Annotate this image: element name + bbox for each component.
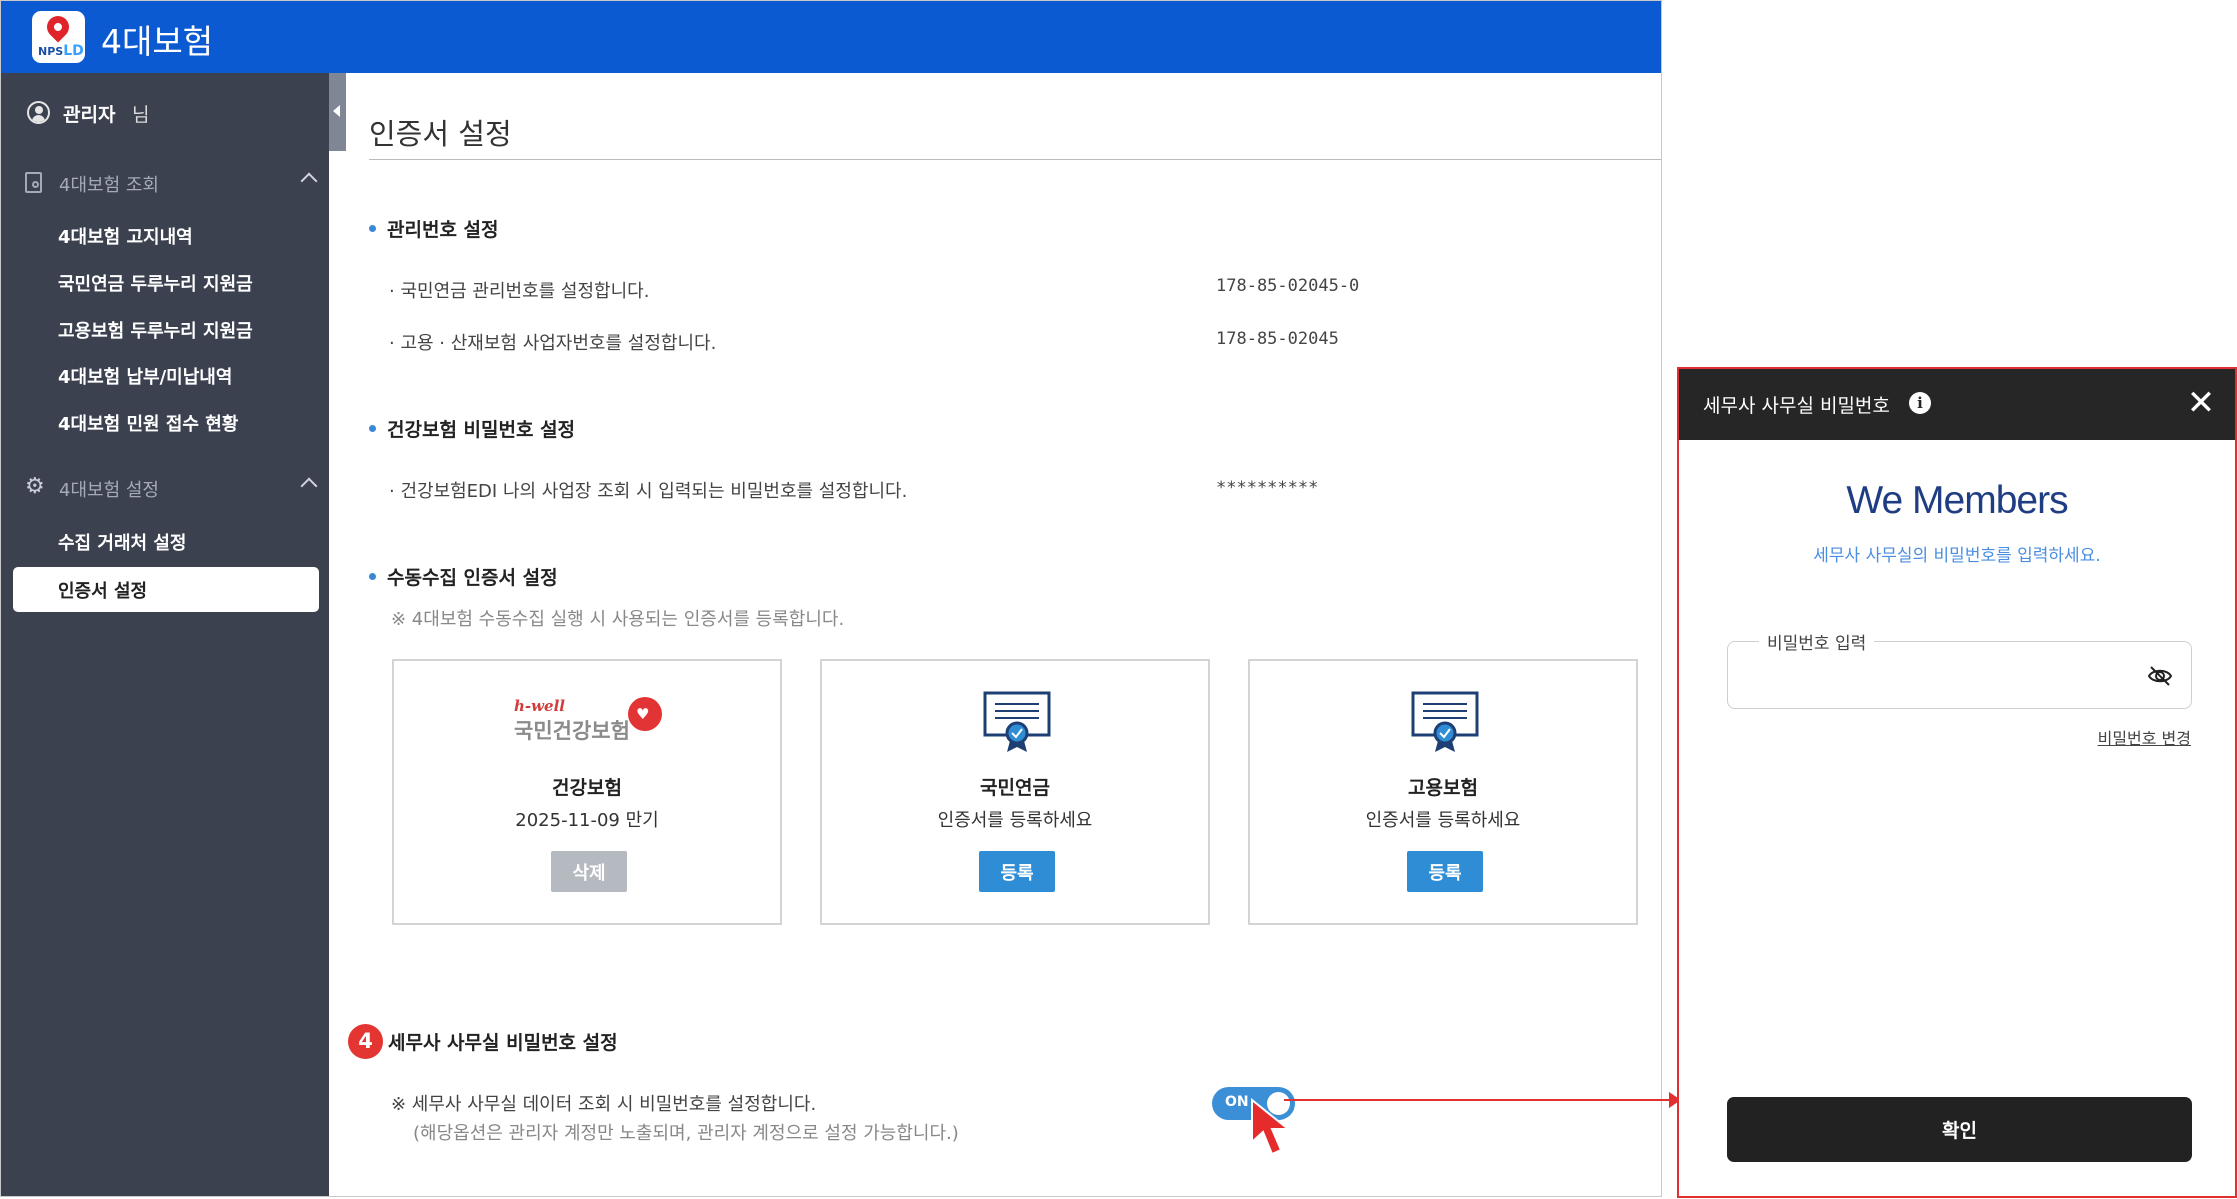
cert-card-health: h-well 국민건강보험 ♥ 건강보험 2025-11-09 만기 삭제 <box>392 659 782 925</box>
change-password-link[interactable]: 비밀번호 변경 <box>2098 725 2191 749</box>
popup-subtitle: 세무사 사무실의 비밀번호를 입력하세요. <box>1813 546 2101 566</box>
section-title-text: 관리번호 설정 <box>387 219 499 241</box>
page-title: 인증서 설정 <box>369 117 512 151</box>
office-password-popup: 세무사 사무실 비밀번호 i ✕ We Members 세무사 사무실의 비밀번… <box>1677 367 2237 1198</box>
sidebar-item-employment-subsidy[interactable]: 고용보험 두루누리 지원금 <box>58 317 253 343</box>
delete-cert-button[interactable]: 삭제 <box>551 851 627 892</box>
card-status: 인증서를 등록하세요 <box>937 810 1093 831</box>
sidebar-item-cert-settings[interactable]: 인증서 설정 <box>13 567 319 612</box>
logo-small-text: h-well <box>514 697 565 715</box>
mgmt-desc-employment: · 고용 · 산재보험 사업자번호를 설정합니다. <box>389 333 717 354</box>
toggle-label: ON <box>1225 1094 1249 1110</box>
brand-title: We Members <box>1846 479 2068 522</box>
password-input[interactable] <box>1742 660 2126 692</box>
section-title-text: 건강보험 비밀번호 설정 <box>387 419 576 441</box>
register-cert-button[interactable]: 등록 <box>1407 851 1483 892</box>
logo-text-mark: LD <box>63 43 84 59</box>
app-title: 4대보험 <box>101 22 214 61</box>
employment-business-number[interactable]: 178-85-02045 <box>1216 329 1339 349</box>
cert-note: ※ 4대보험 수동수집 실행 시 사용되는 인증서를 등록합니다. <box>391 609 845 630</box>
popup-title: 세무사 사무실 비밀번호 <box>1703 395 1890 417</box>
sidebar-group-inquiry[interactable]: 4대보험 조회 <box>25 169 318 199</box>
section-title-office-pw: 세무사 사무실 비밀번호 설정 <box>388 1032 618 1054</box>
section-title-cert: 수동수집 인증서 설정 <box>369 563 558 590</box>
logo-pin-icon <box>42 11 74 43</box>
cert-card-employment: 고용보험 인증서를 등록하세요 등록 <box>1248 659 1638 925</box>
password-label: 비밀번호 입력 <box>1759 629 1875 654</box>
health-pw-value[interactable]: ********** <box>1216 478 1318 498</box>
section-title-mgmt: 관리번호 설정 <box>369 215 499 242</box>
certificate-icon <box>1411 691 1479 752</box>
app-logo[interactable]: NPSLD <box>32 11 85 63</box>
close-icon[interactable]: ✕ <box>2185 386 2217 420</box>
sidebar-item-notice[interactable]: 4대보험 고지내역 <box>58 223 193 249</box>
logo-text: NPS <box>38 45 64 58</box>
document-search-icon <box>25 172 42 193</box>
mgmt-desc-pension: · 국민연금 관리번호를 설정합니다. <box>389 281 650 302</box>
user-name: 관리자 <box>63 104 116 126</box>
connector-arrow <box>1284 1092 1681 1108</box>
sidebar-group-label: 4대보험 조회 <box>59 175 159 196</box>
heart-icon: ♥ <box>628 697 662 731</box>
step-badge: 4 <box>348 1024 383 1059</box>
popup-header: 세무사 사무실 비밀번호 i ✕ <box>1679 369 2235 440</box>
sidebar-group-settings[interactable]: ⚙ 4대보험 설정 <box>25 474 318 504</box>
chevron-up-icon <box>300 172 318 190</box>
chevron-left-icon <box>333 105 340 117</box>
sidebar-item-pension-subsidy[interactable]: 국민연금 두루누리 지원금 <box>58 270 253 296</box>
confirm-button[interactable]: 확인 <box>1727 1097 2192 1162</box>
section-title-text: 수동수집 인증서 설정 <box>387 567 558 589</box>
office-pw-note-detail: (해당옵션은 관리자 계정만 노출되며, 관리자 계정으로 설정 가능합니다.) <box>413 1123 959 1144</box>
card-expiry: 2025-11-09 만기 <box>515 810 659 831</box>
cert-card-pension: 국민연금 인증서를 등록하세요 등록 <box>820 659 1210 925</box>
sidebar-item-client-settings[interactable]: 수집 거래처 설정 <box>58 529 186 555</box>
title-divider <box>369 159 1661 160</box>
card-status: 인증서를 등록하세요 <box>1365 810 1521 831</box>
sidebar-item-payment[interactable]: 4대보험 납부/미납내역 <box>58 363 232 389</box>
register-cert-button[interactable]: 등록 <box>979 851 1055 892</box>
user-suffix: 님 <box>132 104 150 126</box>
top-bar: NPSLD 4대보험 <box>1 1 1661 73</box>
app-window: NPSLD 4대보험 관리자 님 4대보험 조회 4대보험 고지내역 국민연금 … <box>0 0 1662 1197</box>
card-name: 건강보험 <box>552 777 622 799</box>
sidebar-item-label: 인증서 설정 <box>58 581 148 602</box>
nhis-logo: h-well 국민건강보험 ♥ <box>514 697 664 749</box>
sidebar-collapse-button[interactable] <box>329 73 346 151</box>
logo-text: 국민건강보험 <box>514 719 630 743</box>
certificate-icon <box>983 691 1051 752</box>
chevron-up-icon <box>300 477 318 495</box>
section-title-health-pw: 건강보험 비밀번호 설정 <box>369 415 575 442</box>
sidebar-group-label: 4대보험 설정 <box>59 480 159 501</box>
cursor-arrow-icon <box>1251 1098 1291 1156</box>
card-name: 국민연금 <box>980 777 1050 799</box>
sidebar-item-complaints[interactable]: 4대보험 민원 접수 현황 <box>58 410 238 436</box>
eye-off-icon[interactable] <box>2147 665 2173 687</box>
office-pw-note: ※ 세무사 사무실 데이터 조회 시 비밀번호를 설정합니다. <box>391 1094 817 1115</box>
user-icon <box>27 101 50 124</box>
info-icon[interactable]: i <box>1909 392 1931 414</box>
card-name: 고용보험 <box>1408 777 1478 799</box>
gear-icon: ⚙ <box>25 474 45 499</box>
pension-mgmt-number[interactable]: 178-85-02045-0 <box>1216 276 1359 296</box>
health-pw-desc: · 건강보험EDI 나의 사업장 조회 시 입력되는 비밀번호를 설정합니다. <box>389 481 908 502</box>
